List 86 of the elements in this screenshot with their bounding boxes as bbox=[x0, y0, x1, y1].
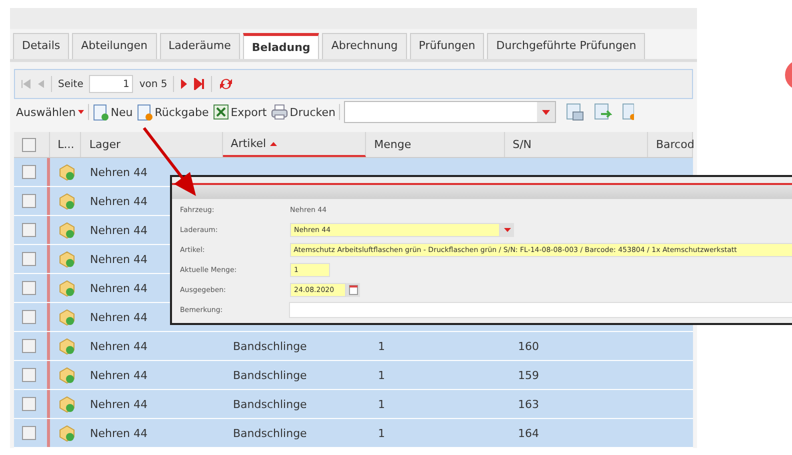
table-cell: Nehren 44 bbox=[90, 310, 148, 324]
page-input[interactable]: 1 bbox=[89, 75, 134, 94]
table-cell: Nehren 44 bbox=[90, 340, 148, 352]
caret-icon bbox=[78, 110, 84, 114]
package-icon bbox=[58, 221, 76, 239]
page-count: von 5 bbox=[139, 78, 168, 90]
circle-marker-icon bbox=[784, 60, 792, 90]
table-cell: Nehren 44 bbox=[90, 252, 148, 266]
table-cell: Nehren 44 bbox=[90, 426, 148, 440]
sort-ascending-icon bbox=[270, 142, 278, 146]
new-document-icon bbox=[92, 104, 109, 121]
page-label: Seite bbox=[58, 78, 84, 90]
tab[interactable]: Prüfungen bbox=[410, 33, 484, 60]
tab[interactable]: Durchgeführte Prüfungen bbox=[487, 33, 646, 60]
row-checkbox[interactable] bbox=[22, 368, 36, 382]
table-cell: 160 bbox=[518, 340, 539, 352]
package-icon bbox=[58, 163, 76, 181]
table-cell: Nehren 44 bbox=[90, 398, 148, 410]
row-checkbox[interactable] bbox=[22, 252, 36, 266]
tab[interactable]: Laderäume bbox=[160, 33, 240, 60]
table-cell: Nehren 44 bbox=[90, 282, 148, 294]
row-checkbox[interactable] bbox=[22, 194, 36, 208]
table-cell: Nehren 44 bbox=[90, 194, 148, 208]
table-cell: Bandschlinge bbox=[233, 426, 307, 440]
column-header[interactable]: Barcod bbox=[648, 132, 693, 157]
dropdown-icon[interactable] bbox=[504, 228, 510, 232]
table-cell: 163 bbox=[518, 398, 539, 410]
toolbar-button[interactable]: Drucken bbox=[270, 104, 336, 120]
table-cell: Nehren 44 bbox=[90, 224, 148, 236]
dropdown-icon[interactable] bbox=[542, 110, 550, 115]
first-page-icon[interactable] bbox=[21, 79, 31, 90]
package-icon bbox=[58, 308, 76, 326]
table-cell: Nehren 44 bbox=[90, 368, 148, 382]
tab[interactable]: Details bbox=[13, 33, 70, 60]
refresh-document-icon[interactable] bbox=[594, 103, 612, 122]
tab[interactable]: Beladung bbox=[242, 33, 320, 60]
column-header[interactable]: S/N bbox=[504, 132, 648, 157]
table-cell: Bandschlinge bbox=[233, 340, 307, 352]
table-row[interactable]: Nehren 44 Bandschlinge 1 163 bbox=[14, 390, 693, 419]
column-header[interactable]: L... bbox=[50, 132, 82, 157]
column-header[interactable]: Menge bbox=[366, 132, 505, 157]
toolbar-button[interactable]: Neu bbox=[92, 104, 133, 121]
printer-icon bbox=[270, 104, 288, 120]
column-header[interactable]: Lager bbox=[81, 132, 223, 157]
package-icon bbox=[58, 424, 76, 442]
table-cell: Nehren 44 bbox=[90, 166, 148, 178]
table-cell: 1 bbox=[378, 340, 385, 352]
row-checkbox[interactable] bbox=[22, 223, 36, 237]
table-cell: 1 bbox=[378, 426, 385, 440]
table-cell: 1 bbox=[378, 368, 385, 382]
row-checkbox[interactable] bbox=[22, 310, 36, 324]
document-icon[interactable] bbox=[622, 103, 634, 122]
filter-combo[interactable] bbox=[344, 101, 556, 124]
row-checkbox[interactable] bbox=[22, 426, 36, 440]
toolbar-button[interactable]: Export bbox=[212, 104, 267, 120]
table-cell: Bandschlinge bbox=[233, 368, 307, 382]
save-icon[interactable] bbox=[566, 103, 584, 122]
tab[interactable]: Abteilungen bbox=[72, 33, 157, 60]
row-checkbox[interactable] bbox=[22, 339, 36, 353]
table-cell: 159 bbox=[518, 368, 539, 382]
spreadsheet-icon bbox=[212, 104, 229, 120]
next-page-icon[interactable] bbox=[180, 78, 188, 90]
tab[interactable]: Abrechnung bbox=[322, 33, 407, 60]
previous-page-icon[interactable] bbox=[37, 79, 45, 90]
table-cell: 164 bbox=[518, 426, 539, 440]
row-checkbox[interactable] bbox=[22, 165, 36, 179]
package-icon bbox=[58, 250, 76, 268]
table-row[interactable]: Nehren 44 Bandschlinge 1 164 bbox=[14, 419, 693, 448]
package-icon bbox=[58, 395, 76, 413]
toolbar-button[interactable]: Rückgabe bbox=[136, 104, 209, 121]
table-cell: Bandschlinge bbox=[233, 398, 307, 410]
package-icon bbox=[58, 366, 76, 384]
document-return-icon bbox=[136, 104, 153, 121]
table-cell: 1 bbox=[378, 398, 385, 410]
calendar-icon[interactable] bbox=[348, 285, 358, 295]
last-page-icon[interactable] bbox=[194, 78, 206, 90]
row-checkbox[interactable] bbox=[22, 397, 36, 411]
package-icon bbox=[58, 279, 76, 297]
select-menu-button[interactable]: Auswählen bbox=[16, 106, 84, 119]
row-checkbox[interactable] bbox=[22, 281, 36, 295]
package-icon bbox=[58, 192, 76, 210]
select-all-checkbox[interactable] bbox=[22, 138, 36, 152]
package-icon bbox=[58, 337, 76, 355]
table-row[interactable]: Nehren 44 Bandschlinge 1 160 bbox=[14, 332, 693, 361]
remark-field[interactable] bbox=[289, 302, 792, 318]
table-row[interactable]: Nehren 44 Bandschlinge 1 159 bbox=[14, 361, 693, 390]
